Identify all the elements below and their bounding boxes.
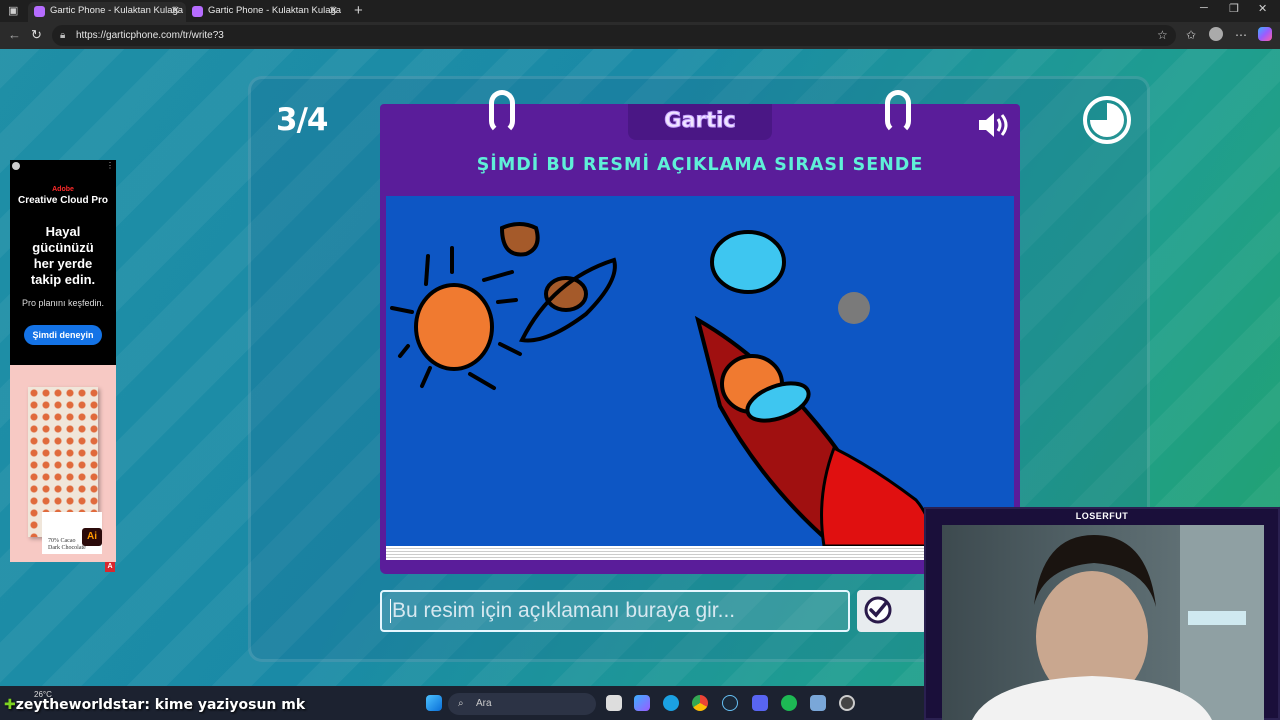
reload-icon[interactable]: ↻ <box>31 27 42 43</box>
url-text: https://garticphone.com/tr/write?3 <box>76 30 224 41</box>
url-field[interactable]: 🔒︎ https://garticphone.com/tr/write?3 <box>52 25 1176 46</box>
drawing <box>390 222 938 546</box>
description-input[interactable]: Bu resim için açıklamanı buraya gir... <box>380 590 850 632</box>
webcam-feed <box>942 525 1264 720</box>
back-icon[interactable]: ← <box>8 27 21 42</box>
minimize-icon[interactable]: ─ <box>1200 2 1208 14</box>
ad-image-section: 70% Cacao Dark Chocolate Ai <box>10 365 116 562</box>
copilot-icon[interactable] <box>1258 27 1272 41</box>
app-icon[interactable] <box>810 695 826 711</box>
ringed-planet-drawing <box>518 257 617 343</box>
rocket-drawing <box>694 315 938 546</box>
taskbar-search[interactable]: ⌕ Ara <box>448 693 596 715</box>
ad-headline-line: takip edin. <box>30 272 96 287</box>
gartic-favicon-icon <box>34 6 45 17</box>
spotify-icon[interactable] <box>781 695 797 711</box>
new-tab-icon[interactable]: + <box>354 2 363 19</box>
side-advertisement[interactable]: ⋮ Adobe Creative Cloud Pro Hayal gücünüz… <box>10 160 116 562</box>
chat-username: zeytheworldstar <box>15 697 145 713</box>
instruction-title: ŞİMDİ BU RESMİ AÇIKLAMA SIRASI SENDE <box>476 155 924 175</box>
close-window-icon[interactable]: ✕ <box>1258 2 1267 15</box>
chocolate-package-image: 70% Cacao Dark Chocolate <box>28 387 102 554</box>
ad-headline-line: Hayal <box>45 224 81 239</box>
tab-title: Gartic Phone - Kulaktan Kulağa <box>50 5 184 16</box>
gartic-favicon-icon <box>192 6 203 17</box>
close-tab-icon[interactable]: ✕ <box>329 2 338 20</box>
timer-icon <box>1083 96 1131 144</box>
file-explorer-icon[interactable] <box>606 695 622 711</box>
ad-brand: Adobe <box>52 186 74 193</box>
small-planet-drawing <box>499 222 540 257</box>
search-label: Ara <box>476 698 492 709</box>
speaker-icon[interactable] <box>976 110 1010 140</box>
ad-info-icon[interactable] <box>12 162 20 170</box>
text-caret <box>390 599 391 624</box>
edge-browser-icon[interactable] <box>663 695 679 711</box>
chrome-icon[interactable] <box>692 695 708 711</box>
input-placeholder: Bu resim için açıklamanı buraya gir... <box>392 599 736 622</box>
close-tab-icon[interactable]: ✕ <box>171 2 180 20</box>
ad-headline: Hayal gücünüzü her yerde takip edin. <box>10 224 116 288</box>
asteroid-drawing <box>838 292 870 324</box>
search-icon: ⌕ <box>458 698 464 709</box>
browser-tab-bar: ▣ Gartic Phone - Kulaktan Kulağa ✕ Garti… <box>0 0 1280 22</box>
done-button[interactable] <box>857 590 927 632</box>
browser-tab-1[interactable]: Gartic Phone - Kulaktan Kulağa ✕ <box>28 2 186 22</box>
gartic-logo: Gartic <box>664 108 736 133</box>
ad-headline-line: gücünüzü <box>32 240 94 255</box>
sheet-pages-edge <box>386 546 1014 560</box>
package-text: Dark Chocolate <box>48 545 86 551</box>
checkmark-icon <box>864 596 892 624</box>
copilot-taskbar-icon[interactable] <box>634 695 650 711</box>
drawing-canvas <box>386 196 1014 546</box>
favorite-star-icon[interactable]: ☆ <box>1157 28 1168 42</box>
lock-icon: 🔒︎ <box>60 30 66 41</box>
more-menu-icon[interactable]: ⋯ <box>1235 28 1247 42</box>
favorites-icon[interactable]: ✩ <box>1186 28 1196 42</box>
binder-ring <box>489 90 515 134</box>
tab-title: Gartic Phone - Kulaktan Kulağa <box>208 5 342 16</box>
ad-choices-badge[interactable]: A <box>105 562 115 572</box>
streamer-name: LOSERFUT <box>1075 511 1129 521</box>
ad-subtext: Pro planını keşfedin. <box>21 298 105 308</box>
maximize-icon[interactable]: ❐ <box>1229 2 1239 15</box>
discord-icon[interactable] <box>752 695 768 711</box>
ad-headline-line: her yerde <box>33 256 93 271</box>
illustrator-app-icon: Ai <box>82 528 102 546</box>
app-icon[interactable] <box>839 695 855 711</box>
windows-start-icon[interactable] <box>426 695 442 711</box>
ad-top-section: ⋮ Adobe Creative Cloud Pro Hayal gücünüz… <box>10 160 116 365</box>
profile-avatar[interactable] <box>1209 27 1223 41</box>
moon-drawing <box>710 230 786 294</box>
ad-options-icon[interactable]: ⋮ <box>106 161 114 170</box>
chat-badge-icon: ✚ <box>4 697 16 713</box>
ad-cta-button[interactable]: Şimdi deneyin <box>24 325 102 345</box>
binder-ring <box>885 90 911 134</box>
tab-actions-icon[interactable]: ▣ <box>8 4 18 17</box>
steam-icon[interactable] <box>722 695 738 711</box>
chat-text: : kime yaziyosun mk <box>144 697 306 713</box>
ad-product: Creative Cloud Pro <box>17 195 109 206</box>
sun-drawing <box>390 246 522 390</box>
address-bar: ← ↻ 🔒︎ https://garticphone.com/tr/write?… <box>0 22 1280 49</box>
round-counter: 3/4 <box>276 102 328 138</box>
browser-tab-2[interactable]: Gartic Phone - Kulaktan Kulağa ✕ <box>186 2 344 22</box>
chat-message: ✚zeytheworldstar: kime yaziyosun mk <box>4 697 305 713</box>
webcam-person-image <box>972 525 1264 720</box>
